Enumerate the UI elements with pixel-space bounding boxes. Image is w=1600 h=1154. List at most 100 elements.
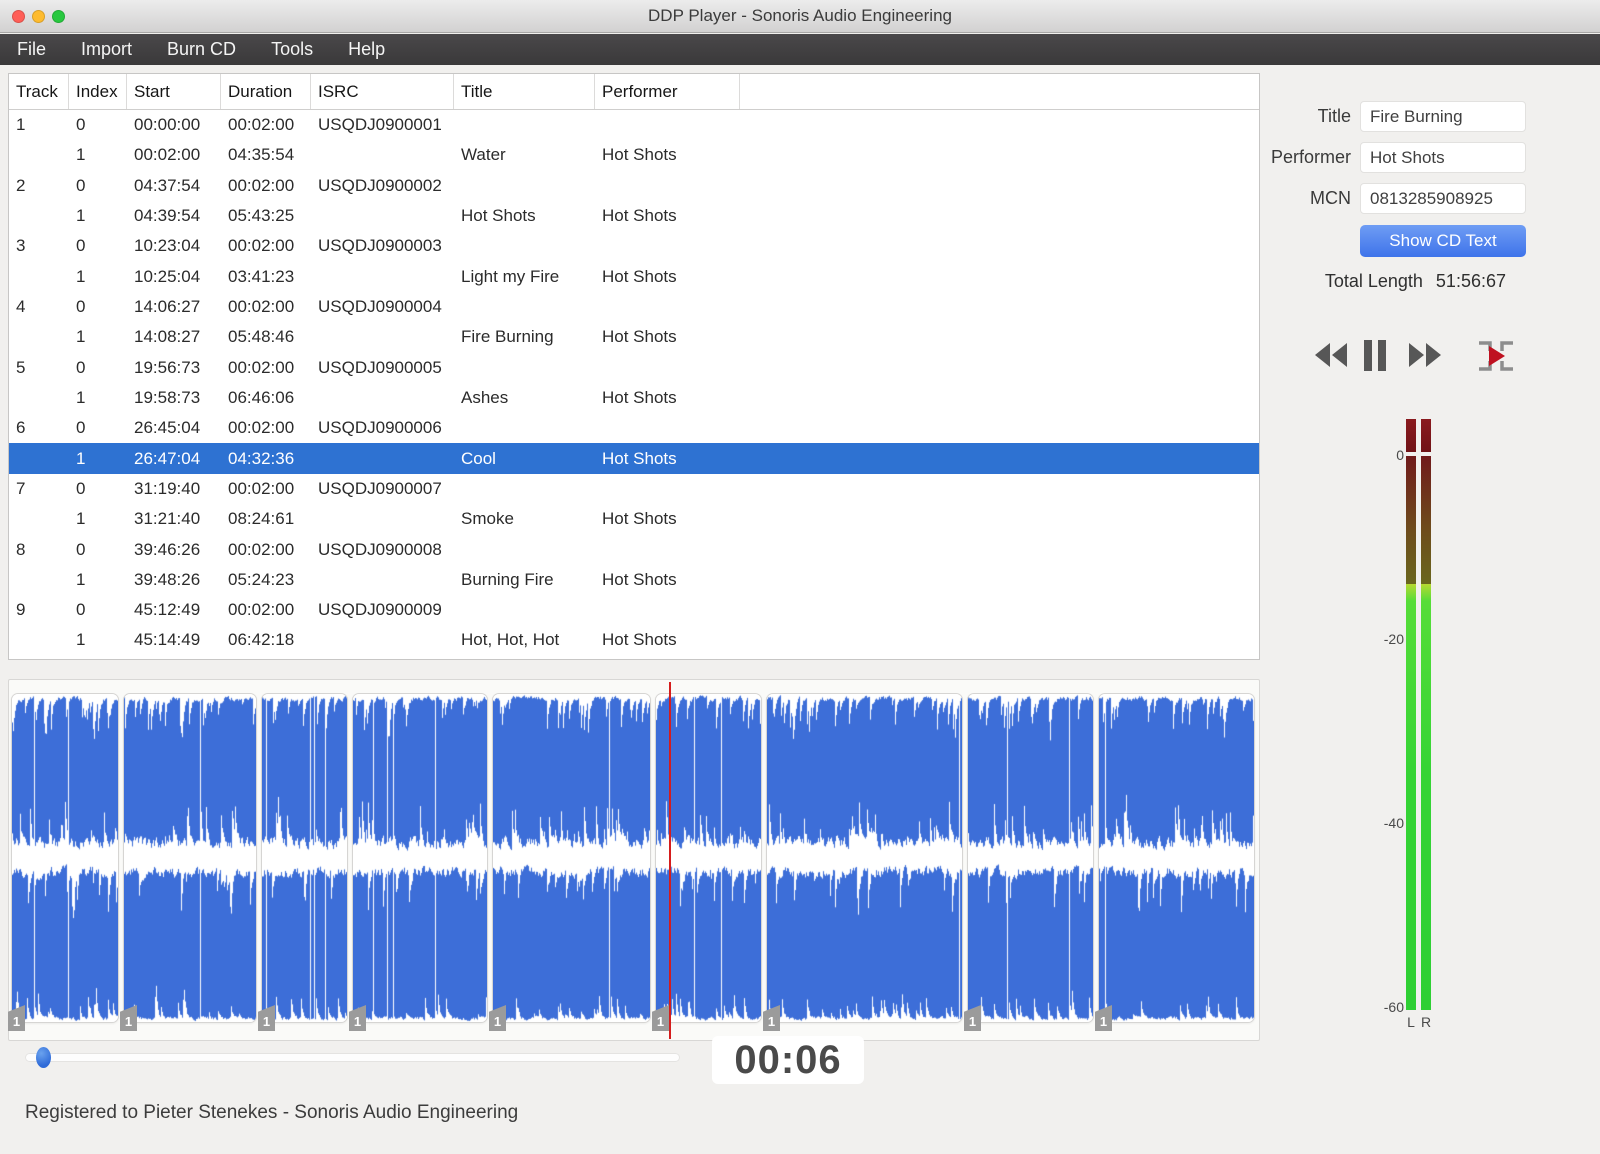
- cell-index: 0: [76, 175, 86, 195]
- rewind-button[interactable]: [1313, 342, 1349, 371]
- cell-start: 31:21:40: [134, 509, 201, 529]
- column-header-duration[interactable]: Duration: [221, 74, 311, 109]
- level-meter: 0 -20 -40 -60 L R: [1368, 412, 1508, 1042]
- performer-input[interactable]: [1360, 142, 1526, 173]
- table-row[interactable]: 1 45:14:49 06:42:18 Hot, Hot, Hot Hot Shots: [9, 625, 1259, 655]
- table-row[interactable]: 6 0 26:45:04 00:02:00 USQDJ0900006: [9, 413, 1259, 443]
- status-bar: Registered to Pieter Stenekes - Sonoris …: [25, 1102, 519, 1123]
- waveform-segment-track-9[interactable]: [1098, 693, 1255, 1023]
- zoom-button[interactable]: [52, 10, 65, 23]
- cell-title: Cool: [461, 448, 496, 468]
- seek-slider-track[interactable]: [25, 1053, 680, 1062]
- waveform-canvas: [493, 694, 650, 1022]
- table-row[interactable]: 1 10:25:04 03:41:23 Light my Fire Hot Shots: [9, 262, 1259, 292]
- fast-forward-button[interactable]: [1407, 342, 1443, 371]
- show-cd-text-button[interactable]: Show CD Text: [1360, 225, 1526, 257]
- cell-index: 1: [76, 509, 86, 529]
- waveform-segment-track-4[interactable]: [352, 693, 488, 1023]
- waveform-segment-track-1[interactable]: [11, 693, 119, 1023]
- cell-isrc: USQDJ0900007: [318, 478, 442, 498]
- channel-label-right: R: [1421, 1014, 1432, 1030]
- column-header-performer[interactable]: Performer: [595, 74, 740, 109]
- table-row[interactable]: 1 31:21:40 08:24:61 Smoke Hot Shots: [9, 504, 1259, 534]
- table-row[interactable]: 1 00:02:00 04:35:54 Water Hot Shots: [9, 140, 1259, 170]
- cell-index: 0: [76, 418, 86, 438]
- menu-item-help[interactable]: Help: [348, 39, 385, 60]
- menu-item-import[interactable]: Import: [81, 39, 132, 60]
- title-input[interactable]: [1360, 101, 1526, 132]
- cell-duration: 05:24:23: [228, 569, 295, 589]
- pause-button[interactable]: [1362, 340, 1388, 374]
- cell-track: 9: [16, 600, 26, 620]
- waveform-segment-track-8[interactable]: [967, 693, 1094, 1023]
- title-label: Title: [1317, 106, 1351, 126]
- cell-isrc: USQDJ0900009: [318, 600, 442, 620]
- table-row[interactable]: 5 0 19:56:73 00:02:00 USQDJ0900005: [9, 353, 1259, 383]
- table-row[interactable]: 8 0 39:46:26 00:02:00 USQDJ0900008: [9, 534, 1259, 564]
- cell-isrc: USQDJ0900004: [318, 297, 442, 317]
- table-row[interactable]: 2 0 04:37:54 00:02:00 USQDJ0900002: [9, 171, 1259, 201]
- waveform-canvas: [656, 694, 761, 1022]
- total-length-row: Total Length 51:56:67: [1270, 271, 1506, 292]
- cell-start: 31:19:40: [134, 478, 201, 498]
- cell-performer: Hot Shots: [602, 145, 677, 165]
- cell-index: 0: [76, 115, 86, 135]
- table-row[interactable]: 4 0 14:06:27 00:02:00 USQDJ0900004: [9, 292, 1259, 322]
- cell-title: Water: [461, 145, 506, 165]
- menu-item-burn-cd[interactable]: Burn CD: [167, 39, 236, 60]
- total-length-label: Total Length: [1324, 271, 1423, 291]
- cell-start: 45:14:49: [134, 630, 201, 650]
- cell-performer: Hot Shots: [602, 266, 677, 286]
- table-row[interactable]: 1 0 00:00:00 00:02:00 USQDJ0900001: [9, 110, 1259, 140]
- cell-track: 7: [16, 478, 26, 498]
- cell-start: 10:25:04: [134, 266, 201, 286]
- waveform-canvas: [767, 694, 962, 1022]
- cell-duration: 00:02:00: [228, 418, 295, 438]
- mcn-input[interactable]: [1360, 183, 1526, 214]
- cell-performer: Hot Shots: [602, 630, 677, 650]
- table-row[interactable]: 9 0 45:12:49 00:02:00 USQDJ0900009: [9, 595, 1259, 625]
- waveform-segment-track-3[interactable]: [261, 693, 348, 1023]
- waveform-canvas: [1099, 694, 1254, 1022]
- cell-start: 14:08:27: [134, 327, 201, 347]
- column-header-start[interactable]: Start: [127, 74, 221, 109]
- menu-item-tools[interactable]: Tools: [271, 39, 313, 60]
- seek-slider-thumb[interactable]: [35, 1047, 51, 1068]
- cell-index: 1: [76, 145, 86, 165]
- cell-index: 1: [76, 327, 86, 347]
- cell-performer: Hot Shots: [602, 509, 677, 529]
- app-window: DDP Player - Sonoris Audio Engineering F…: [0, 0, 1600, 1154]
- column-header-isrc[interactable]: ISRC: [311, 74, 454, 109]
- cell-index: 0: [76, 478, 86, 498]
- play-selection-button[interactable]: [1476, 339, 1516, 376]
- column-header-track[interactable]: Track: [9, 74, 69, 109]
- menu-item-file[interactable]: File: [17, 39, 46, 60]
- waveform-segment-track-6[interactable]: [655, 693, 762, 1023]
- close-button[interactable]: [12, 10, 25, 23]
- cell-track: 1: [16, 115, 26, 135]
- table-row[interactable]: 1 39:48:26 05:24:23 Burning Fire Hot Shots: [9, 565, 1259, 595]
- cell-start: 26:47:04: [134, 448, 201, 468]
- column-header-index[interactable]: Index: [69, 74, 127, 109]
- waveform-segment-track-7[interactable]: [766, 693, 963, 1023]
- waveform-panel[interactable]: 111111111: [8, 679, 1260, 1041]
- waveform-segment-track-2[interactable]: [123, 693, 257, 1023]
- window-titlebar: DDP Player - Sonoris Audio Engineering: [0, 0, 1600, 33]
- column-header-title[interactable]: Title: [454, 74, 595, 109]
- cell-duration: 05:43:25: [228, 206, 295, 226]
- cell-track: 2: [16, 175, 26, 195]
- cell-duration: 08:24:61: [228, 509, 295, 529]
- table-row[interactable]: 7 0 31:19:40 00:02:00 USQDJ0900007: [9, 474, 1259, 504]
- table-row[interactable]: 1 19:58:73 06:46:06 Ashes Hot Shots: [9, 383, 1259, 413]
- table-row[interactable]: 3 0 10:23:04 00:02:00 USQDJ0900003: [9, 231, 1259, 261]
- table-header: Track Index Start Duration ISRC Title Performe…: [9, 74, 1259, 110]
- waveform-segment-track-5[interactable]: [492, 693, 651, 1023]
- table-row[interactable]: 1 14:08:27 05:48:46 Fire Burning Hot Shots: [9, 322, 1259, 352]
- table-row[interactable]: 1 26:47:04 04:32:36 Cool Hot Shots: [9, 443, 1259, 474]
- table-row[interactable]: 1 04:39:54 05:43:25 Hot Shots Hot Shots: [9, 201, 1259, 231]
- cell-performer: Hot Shots: [602, 387, 677, 407]
- cell-performer: Hot Shots: [602, 448, 677, 468]
- cell-isrc: USQDJ0900001: [318, 115, 442, 135]
- minimize-button[interactable]: [32, 10, 45, 23]
- play-selection-icon: [1479, 341, 1513, 371]
